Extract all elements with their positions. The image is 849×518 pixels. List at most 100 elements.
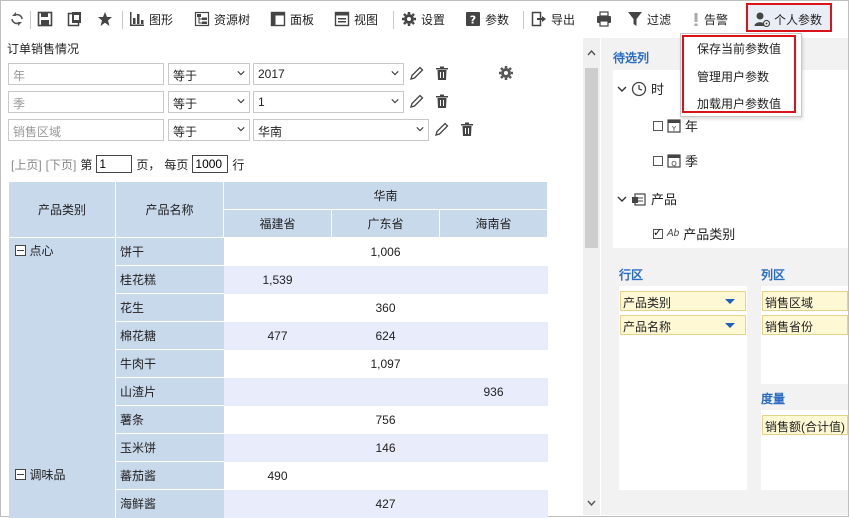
column-field-chip[interactable]: 销售区域 — [762, 291, 848, 311]
svg-text:Y: Y — [671, 125, 677, 133]
param-quarter-label[interactable]: 季 — [8, 91, 164, 113]
settings-label: 设置 — [421, 12, 446, 27]
chevron-down-icon — [617, 86, 627, 92]
delete-icon[interactable] — [435, 94, 449, 112]
param-region-value[interactable]: 华南 — [253, 119, 429, 141]
edit-icon[interactable] — [409, 94, 424, 112]
quarter-checkbox[interactable] — [653, 155, 663, 166]
settings-button[interactable]: 设置 — [401, 1, 445, 37]
value-cell — [439, 265, 548, 294]
edit-icon[interactable] — [434, 122, 449, 140]
page-label: 第 — [80, 157, 93, 172]
collapse-icon[interactable] — [14, 468, 26, 480]
save-as-button[interactable] — [67, 1, 83, 37]
value-cell — [439, 405, 548, 434]
tree-node-product[interactable]: 产品 — [617, 189, 677, 208]
gear-icon — [401, 11, 417, 27]
export-icon — [531, 11, 547, 27]
param-year-label[interactable]: 年 — [8, 63, 164, 85]
chevron-down-icon[interactable] — [725, 299, 735, 304]
svg-text:?: ? — [470, 14, 476, 27]
scrollbar-thumb[interactable] — [585, 68, 598, 248]
save-button[interactable] — [37, 1, 53, 37]
filter-button[interactable]: 过滤 — [627, 1, 671, 37]
gear-icon[interactable] — [498, 65, 514, 84]
param-quarter-operator[interactable]: 等于 — [168, 91, 250, 113]
chevron-down-icon — [237, 99, 245, 104]
page-number-input[interactable] — [96, 155, 133, 173]
value-cell — [439, 349, 548, 378]
prev-page-link[interactable]: [上页] — [11, 156, 42, 173]
user-settings-icon — [754, 11, 771, 28]
collapse-icon[interactable] — [14, 245, 26, 256]
chevron-up-icon[interactable] — [587, 50, 596, 56]
tree-node-time[interactable]: 时 — [617, 79, 664, 98]
category-cell[interactable]: 调味品 — [8, 461, 116, 518]
measure-field-chip[interactable]: 销售额(合计值) — [762, 415, 848, 435]
edit-icon[interactable] — [409, 66, 424, 84]
value-cell: 1,006 — [331, 237, 440, 266]
resource-tree-label: 资源树 — [214, 12, 251, 27]
product-name-cell: 花生 — [115, 293, 224, 322]
param-region-label[interactable]: 销售区域 — [8, 119, 164, 141]
vertical-scrollbar[interactable] — [583, 38, 600, 515]
category-cell[interactable]: 点心 — [8, 237, 116, 462]
tree-node-year[interactable]: Y 年 — [653, 116, 698, 135]
header-category: 产品类别 — [8, 181, 116, 238]
param-year-operator[interactable]: 等于 — [168, 63, 250, 85]
header-region: 华南 — [223, 181, 548, 210]
column-field-chip[interactable]: 销售省份 — [762, 315, 848, 335]
delete-icon[interactable] — [460, 122, 474, 140]
row-area-pane[interactable]: 产品类别 产品名称 — [619, 286, 747, 490]
params-label: 参数 — [485, 12, 510, 27]
chevron-down-icon — [617, 196, 627, 202]
toolbar: 图形 资源树 面板 视图 设置 ? 参数 导出 过滤 告警 — [1, 1, 848, 37]
header-province: 广东省 — [331, 209, 440, 238]
tree-node-product-category[interactable]: Ab 产品类别 — [653, 224, 735, 243]
chevron-down-icon[interactable] — [725, 323, 735, 328]
export-label: 导出 — [551, 12, 576, 27]
params-button[interactable]: ? 参数 — [465, 1, 509, 37]
value-cell — [439, 489, 548, 518]
param-year-value[interactable]: 2017 — [253, 63, 404, 85]
measure-area-title: 度量 — [761, 392, 786, 406]
row-field-chip[interactable]: 产品名称 — [620, 315, 746, 335]
refresh-button[interactable] — [9, 1, 25, 37]
column-area-pane[interactable]: 销售区域 销售省份 — [761, 286, 848, 384]
chevron-down-icon — [391, 71, 399, 76]
value-cell: 1,097 — [331, 349, 440, 378]
chevron-down-icon[interactable] — [587, 500, 596, 506]
favorite-button[interactable] — [97, 1, 113, 37]
year-checkbox[interactable] — [653, 120, 663, 131]
product-name-cell: 棉花糖 — [115, 321, 224, 350]
calendar-icon: Q — [667, 153, 681, 168]
header-province: 福建省 — [223, 209, 332, 238]
value-cell — [439, 321, 548, 350]
alert-button[interactable]: 告警 — [692, 1, 728, 37]
value-cell — [223, 349, 332, 378]
value-cell: 146 — [331, 433, 440, 462]
product-category-checkbox[interactable] — [653, 226, 663, 239]
next-page-link[interactable]: [下页] — [46, 156, 77, 173]
value-cell: 427 — [331, 489, 440, 518]
resource-tree-button[interactable]: 资源树 — [194, 1, 250, 37]
param-region-operator[interactable]: 等于 — [168, 119, 250, 141]
product-name-cell: 蕃茄酱 — [115, 461, 224, 490]
personal-params-button[interactable]: 个人参数 — [754, 1, 822, 37]
export-button[interactable]: 导出 — [531, 1, 575, 37]
tree-node-quarter[interactable]: Q 季 — [653, 151, 698, 170]
graph-button[interactable]: 图形 — [129, 1, 173, 37]
delete-icon[interactable] — [435, 66, 449, 84]
star-icon — [97, 11, 113, 27]
param-quarter-value[interactable]: 1 — [253, 91, 404, 113]
panel-button[interactable]: 面板 — [270, 1, 314, 37]
table-row: 点心 饼干 1,006 — [8, 237, 548, 462]
measure-area-pane[interactable]: 销售额(合计值) — [761, 410, 848, 490]
per-page-input[interactable] — [192, 155, 229, 173]
product-name-cell: 桂花糕 — [115, 265, 224, 294]
print-button[interactable] — [596, 1, 612, 37]
save-icon — [37, 11, 53, 27]
per-page-suffix: 行 — [232, 157, 245, 172]
row-field-chip[interactable]: 产品类别 — [620, 291, 746, 311]
view-button[interactable]: 视图 — [334, 1, 378, 37]
